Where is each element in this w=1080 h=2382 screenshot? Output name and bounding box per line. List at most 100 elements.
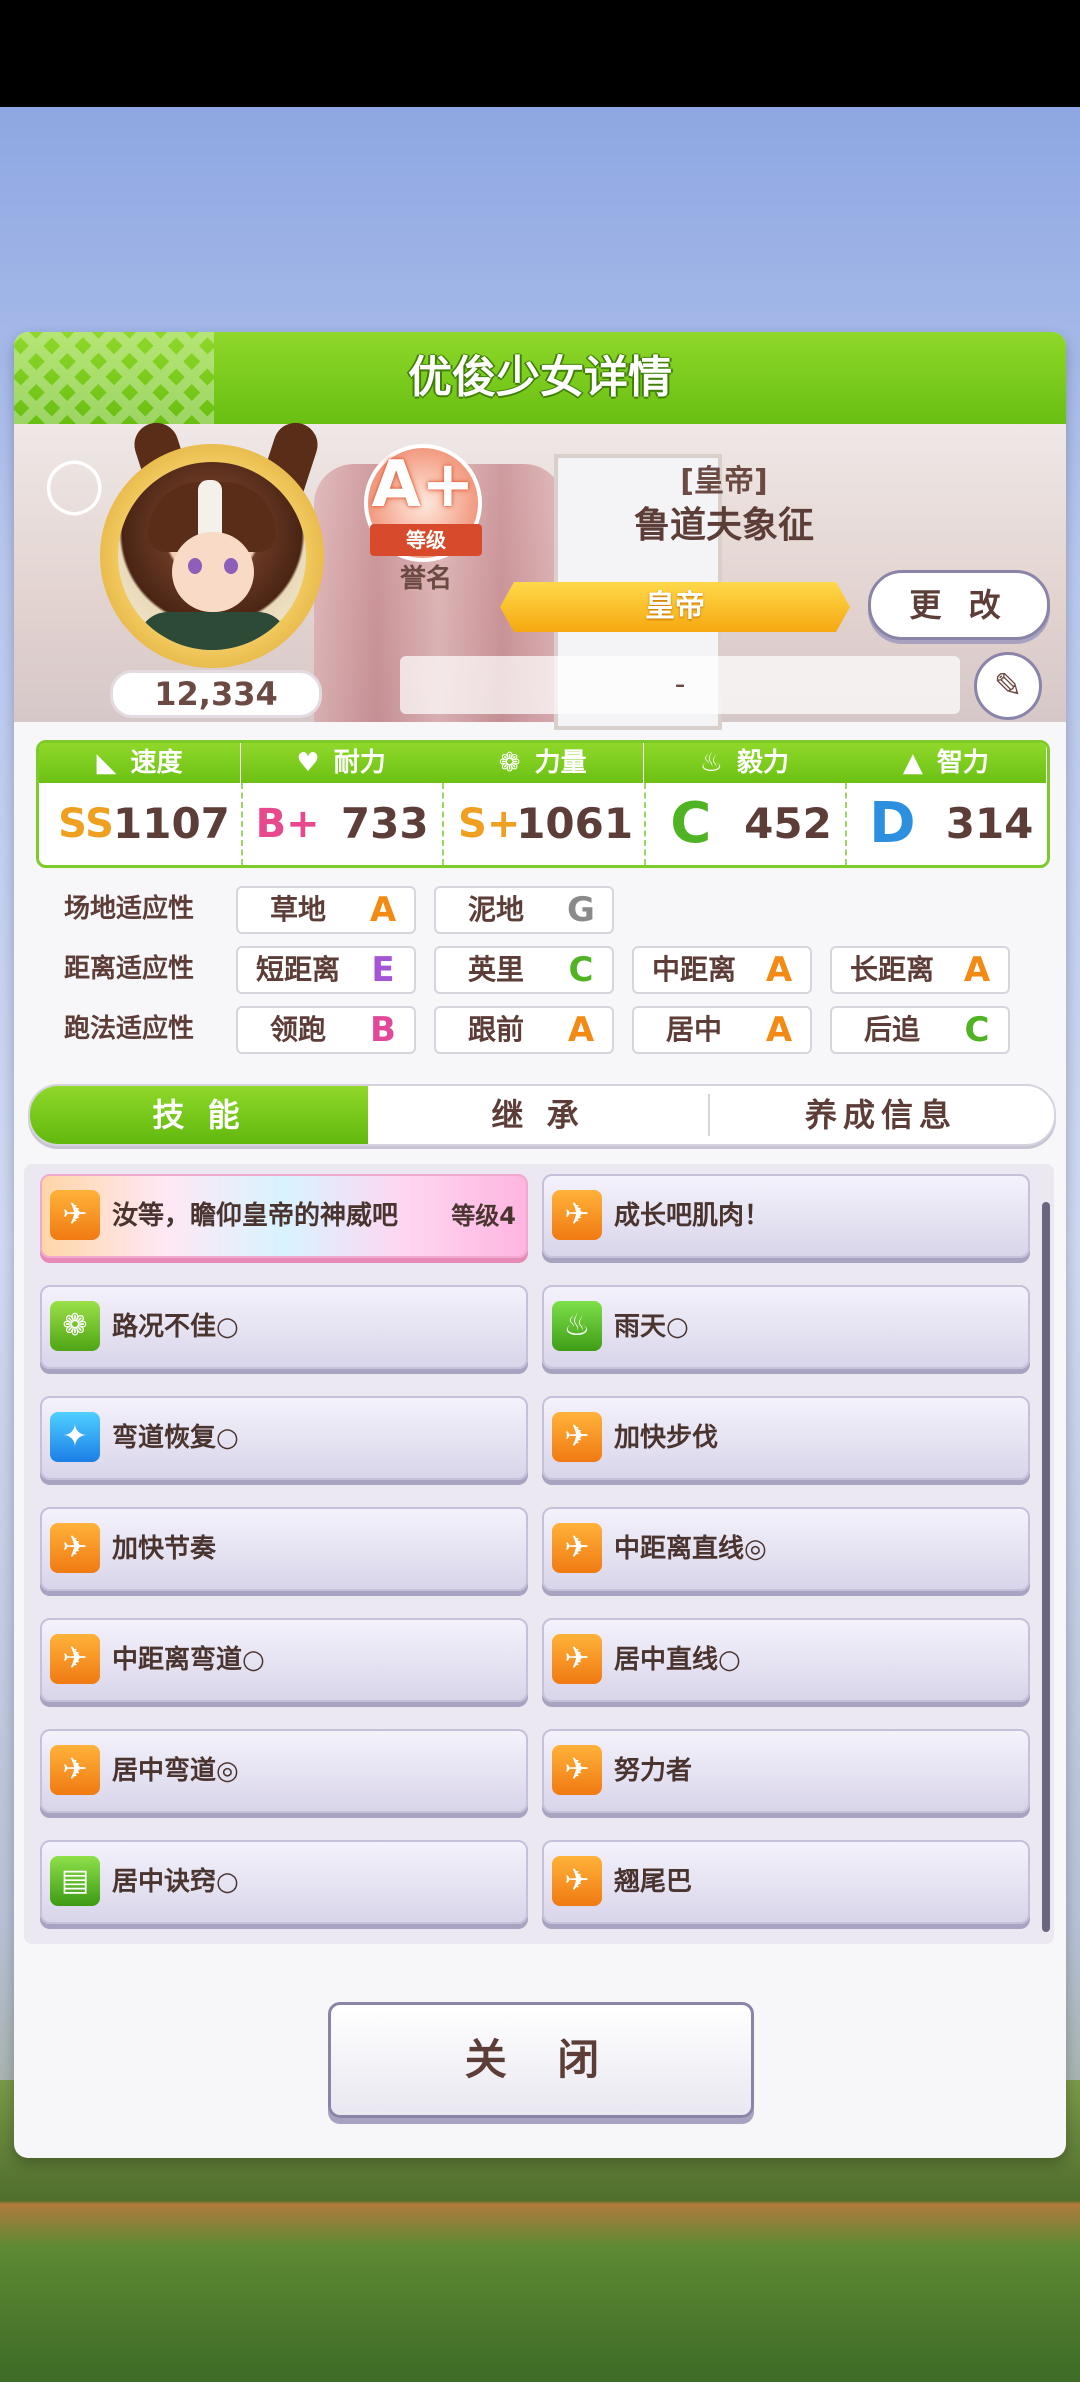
skill-card[interactable]: ✈ 居中弯道◎ <box>40 1729 528 1813</box>
aptitude-grade: A <box>765 950 793 990</box>
skill-scrollbar-thumb[interactable] <box>1042 1202 1050 1932</box>
tab-1[interactable]: 继 承 <box>368 1086 708 1144</box>
tab-divider <box>708 1094 710 1136</box>
aptitude-name: 居中 <box>665 1013 722 1046</box>
skill-card[interactable]: ❁ 路况不佳○ <box>40 1285 528 1369</box>
aptitude-label: 场地适应性 <box>64 894 195 924</box>
aptitude-name: 长距离 <box>849 953 934 986</box>
aptitude-grade: C <box>964 1010 990 1050</box>
skill-card[interactable]: ✈ 汝等，瞻仰皇帝的神威吧 等级4 <box>40 1174 528 1258</box>
stat-2: ❁ 力量 S+ 1061 <box>442 743 644 865</box>
aptitude-distance-3: 长距离 A <box>830 946 1010 994</box>
aptitude-row-track: 场地适应性 草地 A 泥地 G <box>14 886 1066 934</box>
rank-grade: A+ <box>371 448 475 522</box>
skill-name: 翘尾巴 <box>614 1867 693 1897</box>
skill-level: 等级4 <box>451 1202 516 1230</box>
skill-card[interactable]: ✈ 成长吧肌肉！ <box>542 1174 1030 1258</box>
dialog-header: 优俊少女详情 <box>14 332 1066 424</box>
speed-icon: ✈ <box>50 1634 100 1684</box>
change-title-button[interactable]: 更 改 <box>868 570 1050 640</box>
speed-icon: ✈ <box>552 1412 602 1462</box>
aptitude-style-3: 后追 C <box>830 1006 1010 1054</box>
aptitude-name: 短距离 <box>255 953 340 986</box>
stat-grade: B+ <box>255 801 320 847</box>
edit-memo-button[interactable]: ✎ <box>974 652 1042 720</box>
stat-label: 力量 <box>534 748 587 778</box>
skill-card[interactable]: ✈ 翘尾巴 <box>542 1840 1030 1924</box>
stat-4: ▲ 智力 D 314 <box>845 743 1047 865</box>
stat-grade: C <box>670 791 712 856</box>
stat-label: 毅力 <box>736 748 789 778</box>
stat-header: ♨ 毅力 <box>643 743 845 783</box>
aptitude-style-1: 跟前 A <box>434 1006 614 1054</box>
skill-card[interactable]: ▤ 居中诀窍○ <box>40 1840 528 1924</box>
aptitude-grade: C <box>568 950 594 990</box>
aptitude-track-0: 草地 A <box>236 886 416 934</box>
skill-name: 雨天○ <box>614 1312 689 1342</box>
speed-icon: ✈ <box>552 1190 602 1240</box>
power-icon: ❁ <box>50 1301 100 1351</box>
stat-0: ◣ 速度 SS 1107 <box>39 743 240 865</box>
skill-scrollbar[interactable] <box>1042 1202 1050 1932</box>
speed-icon: ✈ <box>50 1745 100 1795</box>
aptitude-distance-1: 英里 C <box>434 946 614 994</box>
speed-icon: ✈ <box>50 1190 100 1240</box>
tab-0[interactable]: 技 能 <box>30 1086 368 1144</box>
carrot-icon[interactable]: ◯ <box>44 450 104 518</box>
arm-icon: ❁ <box>498 748 521 778</box>
fan-count: 12,334 <box>110 670 322 718</box>
stat-divider <box>845 783 848 865</box>
skill-card[interactable]: ♨ 雨天○ <box>542 1285 1030 1369</box>
skill-card[interactable]: ✦ 弯道恢复○ <box>40 1396 528 1480</box>
aptitude-name: 中距离 <box>651 953 736 986</box>
skill-card[interactable]: ✈ 中距离弯道○ <box>40 1618 528 1702</box>
skill-list: ✈ 汝等，瞻仰皇帝的神威吧 等级4 ✈ 成长吧肌肉！ ❁ 路况不佳○ ♨ 雨天○ ✦ 弯道恢复○ ✈ 加… <box>24 1164 1054 1944</box>
memo-field: - <box>400 656 960 714</box>
stat-header: ❁ 力量 <box>442 743 644 783</box>
tab-2[interactable]: 养成信息 <box>708 1086 1054 1144</box>
rank-subtitle: 誉名 <box>399 564 452 594</box>
shoe-icon: ◣ <box>96 748 117 778</box>
skill-card[interactable]: ✈ 加快节奏 <box>40 1507 528 1591</box>
profile-section: ◯ 12,334 A+ 等级 誉名 [皇帝] 鲁道夫象征 皇帝 更 改 - ✎ <box>14 417 1066 730</box>
aptitude-grade: A <box>567 1010 595 1050</box>
portrait-face <box>172 532 254 612</box>
close-button[interactable]: 关 闭 <box>328 2002 754 2118</box>
stat-divider <box>240 783 243 865</box>
skill-name: 努力者 <box>614 1756 693 1786</box>
skill-card[interactable]: ✈ 努力者 <box>542 1729 1030 1813</box>
aptitude-row-style: 跑法适应性 领跑 B 跟前 A 居中 A 后追 C <box>14 1006 1066 1054</box>
aptitude-grade: G <box>567 890 595 930</box>
skill-name: 中距离弯道○ <box>112 1645 265 1675</box>
speed-icon: ✈ <box>552 1523 602 1573</box>
pencil-icon: ✎ <box>993 666 1023 706</box>
stat-divider <box>442 783 445 865</box>
skill-name: 加快步伐 <box>614 1423 719 1453</box>
stats-panel: ◣ 速度 SS 1107 ♥ 耐力 B+ 733 ❁ 力量 S+ 1061 ♨ 毅力 C 452 ▲ 智力 D 314 <box>36 740 1050 868</box>
portrait-eye-left <box>188 558 202 574</box>
aptitude-name: 泥地 <box>467 893 524 926</box>
speed-icon: ✈ <box>50 1523 100 1573</box>
skill-name: 汝等，瞻仰皇帝的神威吧 <box>112 1201 399 1231</box>
stat-label: 速度 <box>130 748 183 778</box>
stat-header: ▲ 智力 <box>845 743 1047 783</box>
stat-3: ♨ 毅力 C 452 <box>643 743 845 865</box>
stat-grade: D <box>869 791 916 856</box>
speed-icon: ✈ <box>552 1634 602 1684</box>
skill-card[interactable]: ✈ 中距离直线◎ <box>542 1507 1030 1591</box>
skill-name: 路况不佳○ <box>112 1312 239 1342</box>
skill-name: 居中直线○ <box>614 1645 741 1675</box>
stat-value: 733 <box>340 799 429 848</box>
aptitude-style-2: 居中 A <box>632 1006 812 1054</box>
stat-grade: S+ <box>458 801 521 847</box>
character-name: 鲁道夫象征 <box>633 505 814 546</box>
skill-name: 加快节奏 <box>112 1534 217 1564</box>
skill-card[interactable]: ✈ 加快步伐 <box>542 1396 1030 1480</box>
heart-icon: ♥ <box>296 748 320 778</box>
character-portrait[interactable] <box>118 462 306 650</box>
skill-card[interactable]: ✈ 居中直线○ <box>542 1618 1030 1702</box>
aptitude-grade: A <box>765 1010 793 1050</box>
aptitude-name: 后追 <box>863 1013 920 1046</box>
heal-icon: ✦ <box>50 1412 100 1462</box>
portrait-coat <box>138 612 288 650</box>
